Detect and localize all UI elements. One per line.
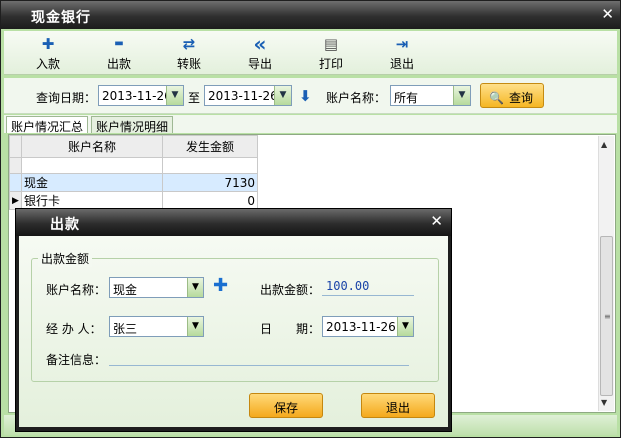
dialog-date-value: 2013-11-26 [326, 320, 396, 334]
close-icon[interactable]: ✕ [601, 5, 614, 23]
transfer-icon: ⇄ [182, 35, 196, 53]
printer-icon: ▤ [323, 35, 339, 53]
date-label: 日 期： [260, 322, 321, 336]
handler-select[interactable]: 张三 ▼ [109, 316, 204, 337]
end-date-picker[interactable]: 2013-11-26 ▼ [204, 85, 292, 106]
current-row-arrow-icon: ▶ [9, 191, 22, 210]
account-select-value: 所有 [394, 91, 419, 105]
chevron-down-icon[interactable]: ▼ [397, 317, 413, 336]
print-button[interactable]: ▤ 打印 [311, 35, 351, 72]
dialog-account-select[interactable]: 现金 ▼ [109, 277, 204, 298]
note-field[interactable] [109, 346, 409, 366]
chevron-down-icon[interactable]: ▼ [187, 317, 203, 336]
vertical-scrollbar[interactable]: ▲ ≡ ▼ [598, 136, 614, 411]
withdraw-button[interactable]: ▬ 出款 [99, 35, 139, 72]
close-icon[interactable]: ✕ [430, 212, 443, 230]
start-date-picker[interactable]: 2013-11-26 ▼ [98, 85, 184, 106]
query-label: 查询 [508, 91, 533, 105]
export-label: 导出 [247, 57, 272, 71]
chevron-down-icon[interactable]: ▼ [166, 86, 183, 105]
dialog-body: 出款金额 账户名称： 现金 ▼ ✚ 出款金额： 100.00 经 办 人： 张三… [19, 236, 448, 427]
chevron-down-icon[interactable]: ▼ [453, 86, 470, 105]
handler-label: 经 办 人： [46, 322, 102, 336]
dialog-titlebar: 出款 ✕ [16, 209, 451, 236]
deposit-label: 入款 [35, 57, 60, 71]
window-titlebar: 现金银行 ✕ [1, 1, 620, 29]
export-button[interactable]: « 导出 [240, 32, 280, 72]
export-icon: « [253, 32, 267, 56]
account-name-label: 账户名称： [326, 91, 387, 105]
arrow-down-icon[interactable]: ⬇ [299, 87, 312, 105]
chevron-down-icon[interactable]: ▼ [187, 278, 203, 297]
add-account-icon[interactable]: ✚ [213, 275, 228, 296]
table-cell[interactable]: 现金 [21, 173, 163, 192]
account-summary-table: 账户名称 发生金额 现金 7130 ▶ 银行卡 0 [9, 135, 258, 210]
query-date-label: 查询日期： [36, 91, 97, 105]
transfer-button[interactable]: ⇄ 转账 [169, 35, 209, 72]
search-icon: 🔍 [489, 91, 504, 105]
deposit-button[interactable]: ✚ 入款 [28, 35, 68, 72]
start-date-value: 2013-11-26 [102, 89, 172, 103]
filter-bar: 查询日期： 2013-11-26 ▼ 至 2013-11-26 ▼ ⬇ 账户名称… [4, 78, 617, 114]
column-header-amount[interactable]: 发生金额 [162, 135, 258, 158]
scrollbar-thumb[interactable]: ≡ [600, 236, 613, 396]
group-legend: 出款金额 [38, 250, 93, 267]
account-name-label: 账户名称： [46, 283, 107, 297]
tab-summary[interactable]: 账户情况汇总 [6, 116, 89, 134]
table-cell[interactable]: 7130 [162, 173, 258, 192]
exit-button[interactable]: ⇥ 退出 [382, 35, 422, 72]
query-button[interactable]: 🔍 查询 [480, 83, 544, 108]
column-header-account[interactable]: 账户名称 [21, 135, 163, 158]
window-title: 现金银行 [31, 10, 91, 26]
note-label: 备注信息： [46, 353, 107, 367]
print-label: 打印 [318, 57, 343, 71]
row-indicator-header [9, 135, 22, 158]
withdraw-label: 出款 [106, 57, 131, 71]
row-indicator [9, 173, 22, 192]
handler-value: 张三 [113, 322, 138, 336]
table-cell[interactable]: 0 [162, 191, 258, 210]
tab-strip: 账户情况汇总 账户情况明细 [4, 115, 617, 134]
to-label: 至 [188, 91, 201, 105]
exit-icon: ⇥ [395, 35, 409, 53]
grip-icon: ≡ [604, 312, 611, 321]
exit-label: 退出 [389, 57, 414, 71]
dialog-account-value: 现金 [113, 283, 138, 297]
row-indicator [9, 157, 22, 174]
withdraw-amount-label: 出款金额： [260, 283, 321, 297]
account-select[interactable]: 所有 ▼ [390, 85, 471, 106]
toolbar: ✚ 入款 ▬ 出款 ⇄ 转账 « 导出 ▤ 打印 ⇥ 退出 [4, 31, 617, 75]
table-cell[interactable] [162, 157, 258, 174]
transfer-label: 转账 [176, 57, 201, 71]
dialog-exit-button[interactable]: 退出 [361, 393, 435, 418]
plus-icon: ✚ [41, 35, 55, 53]
chevron-down-icon[interactable]: ▼ [274, 86, 291, 105]
dialog-title: 出款 [50, 217, 80, 233]
end-date-value: 2013-11-26 [208, 89, 278, 103]
withdraw-dialog: 出款 ✕ 出款金额 账户名称： 现金 ▼ ✚ 出款金额： 100.00 经 办 … [15, 208, 452, 432]
scroll-down-icon[interactable]: ▼ [601, 398, 607, 407]
table-cell[interactable] [21, 157, 163, 174]
save-button[interactable]: 保存 [249, 393, 323, 418]
withdraw-amount-field[interactable]: 100.00 [322, 276, 414, 296]
minus-icon: ▬ [114, 38, 124, 49]
withdraw-amount-group: 出款金额 账户名称： 现金 ▼ ✚ 出款金额： 100.00 经 办 人： 张三… [31, 250, 439, 382]
table-cell[interactable]: 银行卡 [21, 191, 163, 210]
dialog-date-picker[interactable]: 2013-11-26 ▼ [322, 316, 414, 337]
tab-detail[interactable]: 账户情况明细 [91, 116, 174, 134]
scroll-up-icon[interactable]: ▲ [601, 140, 607, 149]
